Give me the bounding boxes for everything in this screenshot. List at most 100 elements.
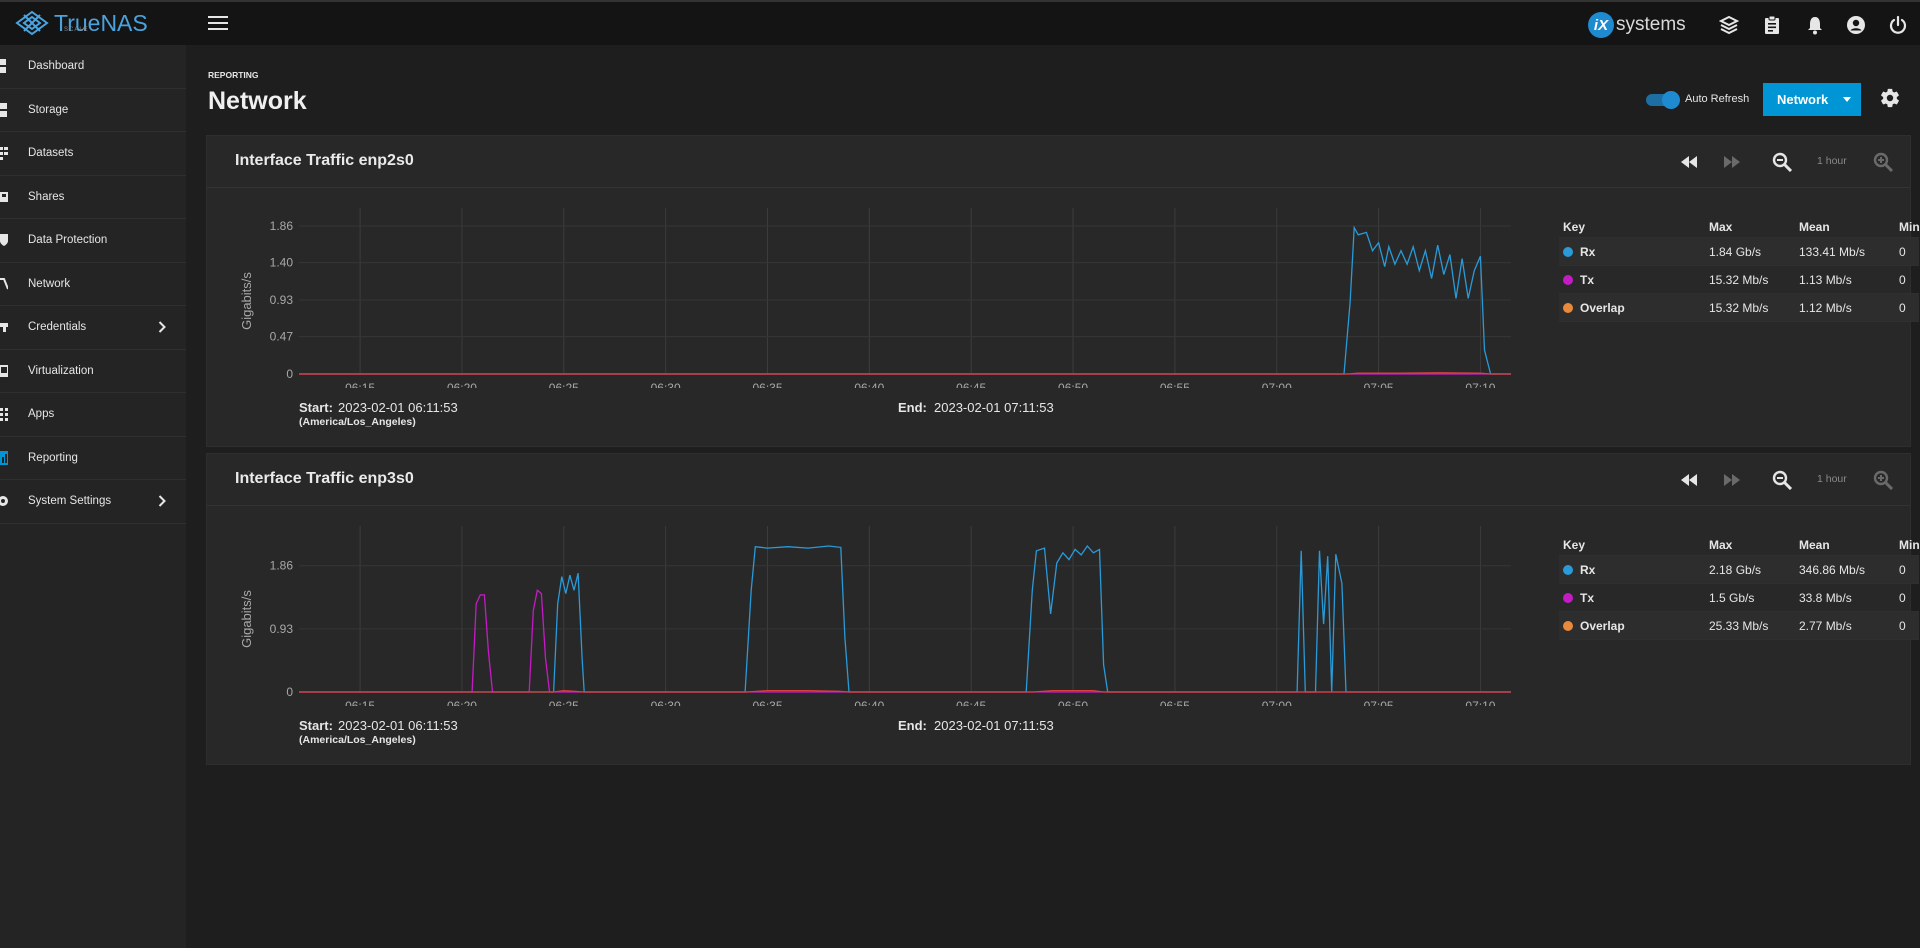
breadcrumb[interactable]: REPORTING <box>208 70 259 80</box>
sidebar-item-label: System Settings <box>28 495 112 508</box>
zoom-out-icon[interactable] <box>1772 470 1794 490</box>
sidebar: Dashboard Storage Datasets Shares Data Prote… <box>0 45 186 948</box>
sidebar-item-label: Storage <box>28 103 69 116</box>
chart-card-enp2s0: Interface Traffic enp2s0 1 hour Start: 2023… <box>206 135 1920 447</box>
x-tick-label: 07:05 <box>1364 381 1394 388</box>
legend-series-name: Tx <box>1580 273 1595 287</box>
x-tick-label: 06:35 <box>752 381 782 388</box>
legend-max: 15.32 Mb/s <box>1709 273 1769 287</box>
legend-max-header: Max <box>1709 220 1733 234</box>
zoom-in-icon[interactable] <box>1873 470 1895 490</box>
legend-row[interactable]: Rx 2.18 Gb/s 346.86 Mb/s 0 <box>1559 556 1919 584</box>
legend-series-name: Overlap <box>1580 301 1625 315</box>
legend-series-name: Rx <box>1580 563 1596 577</box>
legend-mean: 33.8 Mb/s <box>1799 591 1852 605</box>
sidebar-item-reporting[interactable]: Reporting <box>0 437 186 480</box>
x-tick-label: 06:40 <box>854 699 884 706</box>
zoom-out-icon[interactable] <box>1772 152 1794 172</box>
auto-refresh-label: Auto Refresh <box>1685 93 1750 105</box>
legend-mean: 1.13 Mb/s <box>1799 273 1852 287</box>
report-type-select[interactable]: Network <box>1763 83 1861 116</box>
sidebar-item-data-protection[interactable]: Data Protection <box>0 219 186 263</box>
card-header: Interface Traffic enp2s0 1 hour <box>207 136 1910 188</box>
sidebar-item-credentials[interactable]: Credentials <box>0 306 186 350</box>
traffic-chart[interactable]: 06:15 06:20 06:25 06:30 06:35 06:40 06:45 06:50… <box>207 506 1537 706</box>
x-tick-label: 06:30 <box>651 699 681 706</box>
start-time: 2023-02-01 06:11:53 <box>338 400 458 415</box>
fast-forward-icon[interactable] <box>1721 470 1743 490</box>
series-color-dot <box>1563 303 1573 313</box>
traffic-chart[interactable]: 06:15 06:20 06:25 06:30 06:35 06:40 06:45 06:50… <box>207 188 1537 388</box>
gear-icon[interactable] <box>1879 87 1901 109</box>
legend-min: 0 <box>1899 619 1906 633</box>
end-label: End: <box>898 400 927 415</box>
chart-card-enp3s0: Interface Traffic enp3s0 1 hour Start: 2023… <box>206 453 1920 765</box>
x-tick-label: 06:20 <box>447 699 477 706</box>
sidebar-item-label: Virtualization <box>28 364 94 377</box>
legend-row[interactable]: Overlap 25.33 Mb/s 2.77 Mb/s 0 <box>1559 612 1919 640</box>
shares-icon <box>0 191 8 202</box>
legend-row[interactable]: Overlap 15.32 Mb/s 1.12 Mb/s 0 <box>1559 294 1919 322</box>
gear-icon <box>0 496 8 507</box>
start-time: 2023-02-01 06:11:53 <box>338 718 458 733</box>
y-tick-label: 1.86 <box>270 219 294 233</box>
power-icon[interactable] <box>1888 15 1908 35</box>
sidebar-item-label: Credentials <box>28 321 87 334</box>
auto-refresh-toggle[interactable] <box>1646 91 1680 109</box>
x-tick-label: 07:00 <box>1262 699 1292 706</box>
reporting-icon <box>0 450 8 465</box>
x-tick-label: 07:05 <box>1364 699 1394 706</box>
legend-mean-header: Mean <box>1799 220 1830 234</box>
sidebar-item-dashboard[interactable]: Dashboard <box>0 45 186 89</box>
x-tick-label: 06:20 <box>447 381 477 388</box>
ixsystems-logo[interactable]: iX systems <box>1588 12 1686 38</box>
fast-forward-icon[interactable] <box>1721 152 1743 172</box>
sidebar-item-datasets[interactable]: Datasets <box>0 132 186 176</box>
sidebar-item-label: Datasets <box>28 147 74 160</box>
sidebar-item-system-settings[interactable]: System Settings <box>0 480 186 524</box>
storage-icon <box>0 102 7 117</box>
x-tick-label: 07:10 <box>1465 699 1495 706</box>
start-label: Start: <box>299 718 333 733</box>
x-tick-label: 06:30 <box>651 381 681 388</box>
series-line-rx <box>299 225 1511 375</box>
account-icon[interactable] <box>1846 15 1866 35</box>
legend-min: 0 <box>1899 301 1906 315</box>
time-span-label: 1 hour <box>1817 155 1847 167</box>
sidebar-item-storage[interactable]: Storage <box>0 89 186 132</box>
legend-max: 2.18 Gb/s <box>1709 563 1762 577</box>
sidebar-item-virtualization[interactable]: Virtualization <box>0 350 186 393</box>
sidebar-item-shares[interactable]: Shares <box>0 176 186 219</box>
x-tick-label: 07:00 <box>1262 381 1292 388</box>
series-color-dot <box>1563 565 1573 575</box>
timezone-label: (America/Los_Angeles) <box>299 734 416 746</box>
legend-row[interactable]: Rx 1.84 Gb/s 133.41 Mb/s 0 <box>1559 238 1919 266</box>
legend-max: 15.32 Mb/s <box>1709 301 1769 315</box>
legend-row[interactable]: Tx 15.32 Mb/s 1.13 Mb/s 0 <box>1559 266 1919 294</box>
series-line-overlap <box>299 689 1511 693</box>
legend-max: 1.5 Gb/s <box>1709 591 1755 605</box>
sidebar-item-label: Data Protection <box>28 234 108 247</box>
x-tick-label: 06:50 <box>1058 381 1088 388</box>
legend-series-name: Overlap <box>1580 619 1625 633</box>
legend-min: 0 <box>1899 591 1906 605</box>
sidebar-item-network[interactable]: Network <box>0 263 186 306</box>
x-tick-label: 06:55 <box>1160 699 1190 706</box>
legend-mean: 133.41 Mb/s <box>1799 245 1866 259</box>
y-tick-label: 0.93 <box>270 293 294 307</box>
rewind-icon[interactable] <box>1678 470 1700 490</box>
x-tick-label: 06:45 <box>956 381 986 388</box>
legend-max: 25.33 Mb/s <box>1709 619 1769 633</box>
rewind-icon[interactable] <box>1678 152 1700 172</box>
legend-mean-header: Mean <box>1799 538 1830 552</box>
truecommand-icon[interactable] <box>1719 15 1739 35</box>
zoom-in-icon[interactable] <box>1873 152 1895 172</box>
bell-icon[interactable] <box>1805 15 1825 35</box>
sidebar-item-apps[interactable]: Apps <box>0 393 186 437</box>
series-color-dot <box>1563 247 1573 257</box>
legend-row[interactable]: Tx 1.5 Gb/s 33.8 Mb/s 0 <box>1559 584 1919 612</box>
tasks-icon[interactable] <box>1762 15 1782 35</box>
y-tick-label: 1.86 <box>270 559 294 573</box>
menu-icon[interactable] <box>208 16 228 32</box>
x-tick-label: 06:25 <box>549 381 579 388</box>
